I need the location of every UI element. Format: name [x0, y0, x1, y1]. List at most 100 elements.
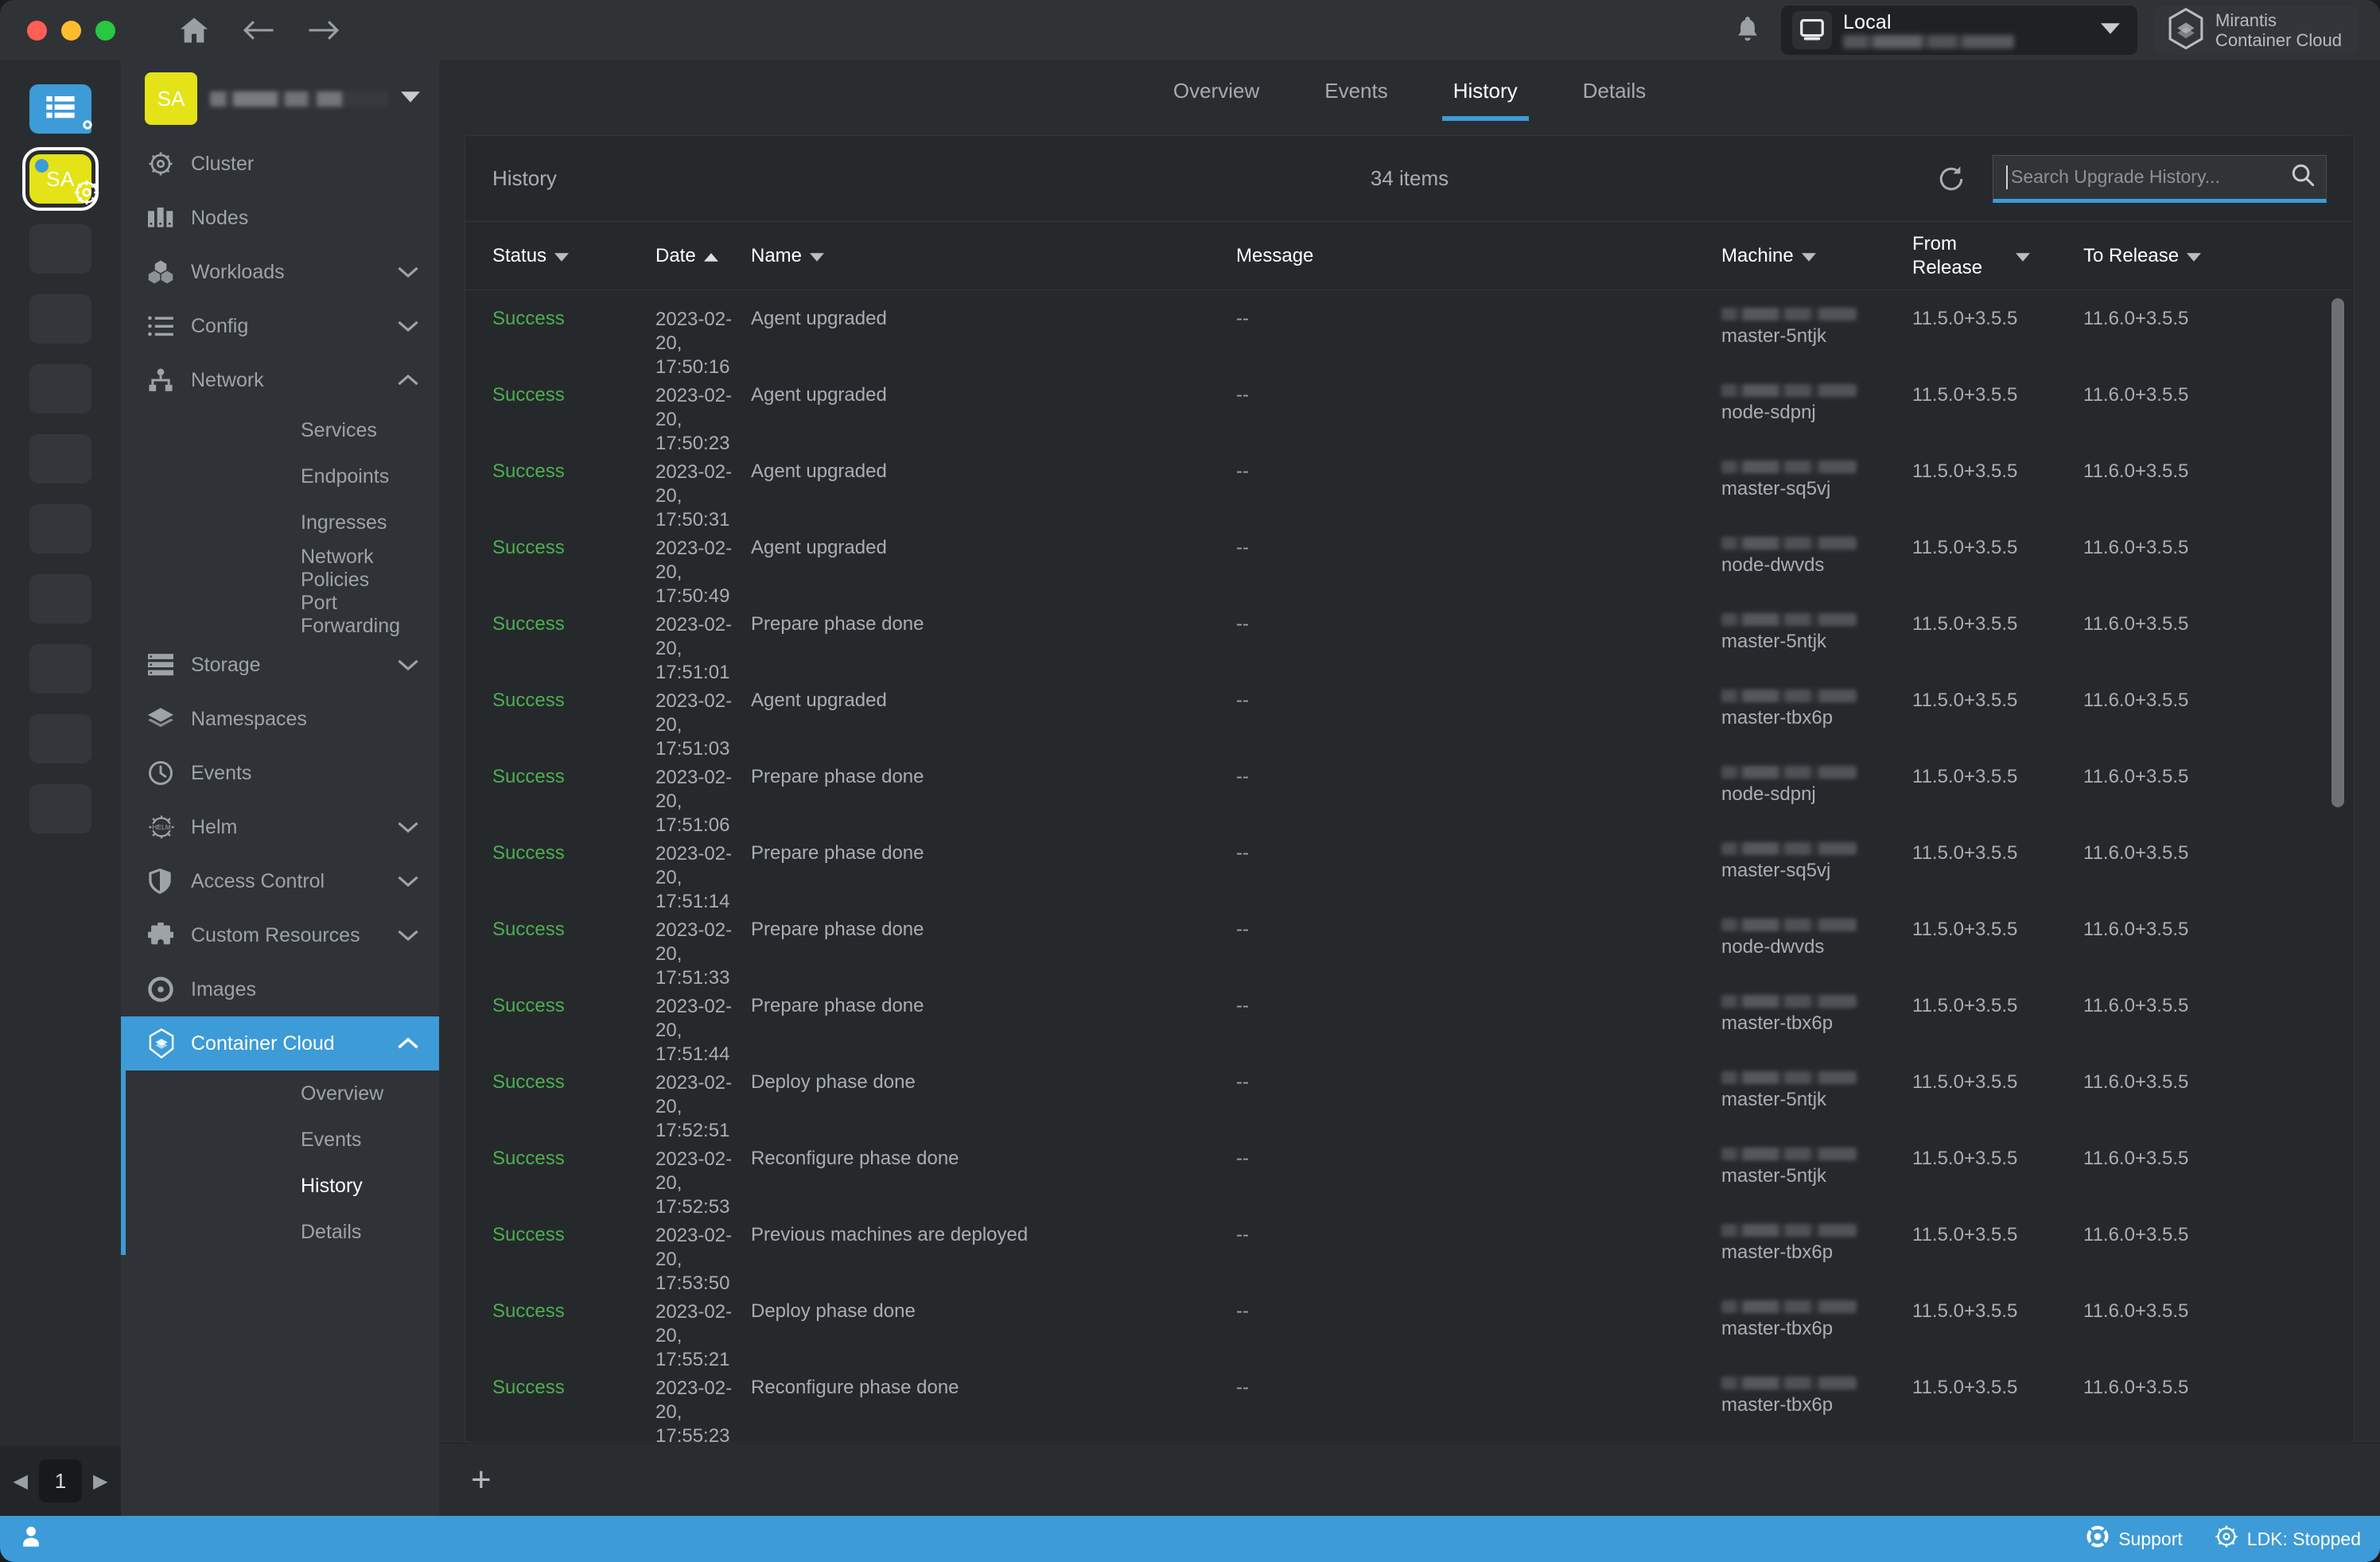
sidebar-item-config[interactable]: Config: [121, 299, 439, 353]
cell-name: Deploy phase done: [751, 1300, 916, 1322]
arrow-left-icon[interactable]: [243, 17, 274, 43]
sidebar-item-workloads[interactable]: Workloads: [121, 245, 439, 299]
sidebar-item-cc-events[interactable]: Events: [121, 1117, 439, 1163]
sort-caret-icon[interactable]: [1801, 245, 1816, 267]
column-header-machine[interactable]: Machine: [1721, 245, 1912, 267]
column-header-status[interactable]: Status: [492, 245, 655, 267]
bell-icon[interactable]: [1732, 12, 1764, 49]
rail-tile-placeholder[interactable]: [29, 714, 91, 764]
rail-tile-placeholder[interactable]: [29, 434, 91, 484]
sort-caret-icon[interactable]: [810, 245, 825, 267]
cell-message: --: [1236, 919, 1249, 940]
chevron-up-icon[interactable]: [398, 1032, 418, 1055]
rail-tile-cluster-sa[interactable]: SA: [22, 147, 99, 211]
sidebar-item-services[interactable]: Services: [121, 407, 439, 453]
minimize-window-button[interactable]: [61, 20, 81, 41]
sidebar-item-cc-details[interactable]: Details: [121, 1209, 439, 1255]
sidebar-item-images[interactable]: Images: [121, 962, 439, 1016]
sidebar-item-storage[interactable]: Storage: [121, 638, 439, 692]
sidebar-item-network-policies[interactable]: Network Policies: [121, 546, 439, 592]
chevron-down-icon[interactable]: [398, 924, 418, 947]
helm-wheel-icon: [148, 151, 185, 177]
tab-details[interactable]: Details: [1572, 79, 1657, 121]
sidebar-item-helm[interactable]: HELM Helm: [121, 800, 439, 854]
chevron-down-icon[interactable]: [2101, 22, 2121, 38]
sidebar-item-container-cloud[interactable]: Container Cloud: [121, 1016, 439, 1070]
rail-page-number[interactable]: 1: [39, 1459, 82, 1502]
sidebar-item-access-control[interactable]: Access Control: [121, 854, 439, 908]
storage-icon: [148, 654, 185, 676]
title-bar-right: Local Mirantis Container Cloud: [1732, 6, 2380, 55]
rail-tile-placeholder[interactable]: [29, 784, 91, 833]
cell-to-release: 11.6.0+3.5.5: [2083, 1300, 2189, 1322]
chevron-down-icon[interactable]: [398, 870, 418, 893]
sidebar-item-custom-resources[interactable]: Custom Resources: [121, 908, 439, 962]
tab-history[interactable]: History: [1441, 79, 1529, 121]
sidebar-account-header[interactable]: SA: [121, 60, 439, 137]
sort-caret-icon[interactable]: [2016, 245, 2030, 267]
search-icon[interactable]: [2291, 163, 2315, 191]
table-body[interactable]: Success 2023-02-20, 17:50:16 Agent upgraded…: [465, 290, 2354, 1442]
cell-from-release: 11.5.0+3.5.5: [1912, 842, 2018, 864]
table-scrollbar[interactable]: [2331, 298, 2344, 1276]
chevron-down-icon[interactable]: [398, 816, 418, 839]
user-icon[interactable]: [21, 1525, 41, 1552]
chevron-up-icon[interactable]: [398, 369, 418, 392]
rail-tile-catalog[interactable]: [29, 84, 92, 134]
sidebar-item-ingresses[interactable]: Ingresses: [121, 499, 439, 546]
home-icon[interactable]: [179, 17, 209, 44]
arrow-right-icon[interactable]: [308, 17, 340, 43]
sidebar-item-endpoints[interactable]: Endpoints: [121, 453, 439, 499]
table-row[interactable]: Success 2023-02-20, 17:50:16 Agent upgraded…: [465, 290, 2354, 378]
sidebar-item-nodes[interactable]: Nodes: [121, 191, 439, 245]
sort-caret-icon[interactable]: [2187, 245, 2202, 267]
tab-overview[interactable]: Overview: [1162, 79, 1270, 121]
tab-events[interactable]: Events: [1313, 79, 1399, 121]
search-upgrade-history[interactable]: Search Upgrade History...: [1993, 154, 2327, 203]
search-input[interactable]: Search Upgrade History...: [2011, 166, 2291, 188]
sidebar-item-network[interactable]: Network: [121, 353, 439, 407]
column-header-message[interactable]: Message: [1236, 245, 1721, 267]
chevron-down-icon[interactable]: [398, 261, 418, 284]
sidebar-item-namespaces[interactable]: Namespaces: [121, 692, 439, 746]
column-header-date[interactable]: Date: [655, 245, 751, 267]
close-window-button[interactable]: [27, 20, 47, 41]
rail-tile-placeholder[interactable]: [29, 504, 91, 554]
sidebar-item-port-forwarding[interactable]: Port Forwarding: [121, 592, 439, 638]
cell-machine: master-5ntjk: [1721, 1148, 1912, 1188]
column-header-from-release[interactable]: From Release: [1912, 232, 2083, 280]
chevron-down-icon[interactable]: [398, 654, 418, 677]
ldk-status[interactable]: LDK: Stopped: [2215, 1525, 2361, 1553]
machine-suffix: master-tbx6p: [1721, 1318, 1834, 1339]
cell-date: 2023-02-20, 17:55:21: [655, 1301, 733, 1370]
cell-name: Prepare phase done: [751, 613, 924, 635]
cluster-selector[interactable]: Local: [1781, 6, 2138, 55]
rail-page-next-button[interactable]: ▶: [93, 1470, 107, 1493]
sort-ascending-icon[interactable]: [703, 245, 718, 267]
sidebar-item-events[interactable]: Events: [121, 746, 439, 800]
sidebar-item-cc-overview[interactable]: Overview: [121, 1070, 439, 1117]
rail-tile-placeholder[interactable]: [29, 294, 91, 344]
chevron-down-icon[interactable]: [398, 315, 418, 338]
rail-page-prev-button[interactable]: ◀: [14, 1470, 28, 1493]
column-header-to-release[interactable]: To Release: [2083, 245, 2254, 267]
cell-date: 2023-02-20, 17:52:53: [655, 1148, 733, 1218]
rail-tile-placeholder[interactable]: [29, 364, 91, 414]
column-header-name[interactable]: Name: [751, 245, 1236, 267]
rail-tile-placeholder[interactable]: [29, 574, 91, 624]
add-tab-button[interactable]: +: [471, 1462, 492, 1498]
cell-date: 2023-02-20, 17:51:01: [655, 614, 733, 683]
cell-date: 2023-02-20, 17:55:23: [655, 1377, 733, 1442]
sort-caret-icon[interactable]: [554, 245, 570, 267]
rail-tile-placeholder[interactable]: [29, 224, 91, 274]
rail-tile-placeholder[interactable]: [29, 644, 91, 694]
scrollbar-thumb[interactable]: [2331, 298, 2344, 807]
refresh-icon[interactable]: [1934, 161, 1969, 196]
chevron-down-icon[interactable]: [401, 91, 420, 107]
support-button[interactable]: Support: [2086, 1525, 2183, 1553]
cell-message: --: [1236, 842, 1249, 864]
maximize-window-button[interactable]: [95, 20, 115, 41]
sidebar-item-cc-history[interactable]: History: [121, 1163, 439, 1209]
column-label: To Release: [2083, 244, 2180, 266]
sidebar-item-cluster[interactable]: Cluster: [121, 137, 439, 191]
